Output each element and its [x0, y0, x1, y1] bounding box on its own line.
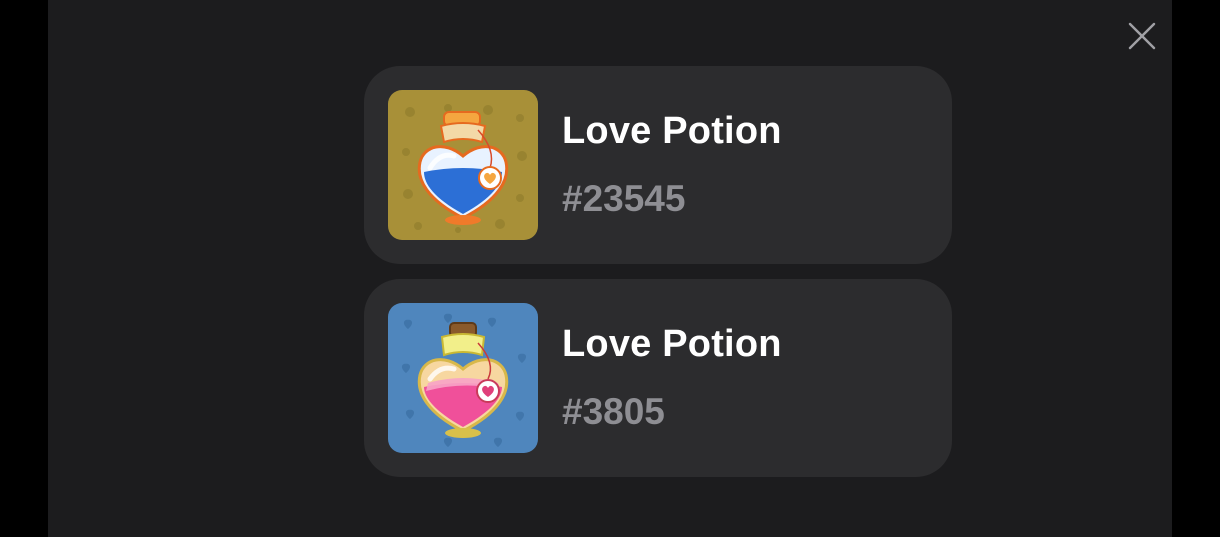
item-thumbnail: [388, 90, 538, 240]
item-number: #23545: [562, 178, 686, 219]
item-title: Love Potion: [562, 323, 782, 365]
item-card[interactable]: Love Potion #23545: [364, 66, 952, 264]
item-card[interactable]: Love Potion #3805: [364, 279, 952, 477]
pink-heart-potion-icon: [388, 303, 538, 453]
blue-heart-potion-icon: [388, 90, 538, 240]
close-button[interactable]: [1122, 16, 1162, 56]
item-number: #3805: [562, 391, 665, 432]
item-title: Love Potion: [562, 110, 782, 152]
item-thumbnail: [388, 303, 538, 453]
close-icon: [1128, 22, 1156, 50]
item-list-modal: Love Potion #23545 Love Potion #3805: [48, 0, 1172, 537]
